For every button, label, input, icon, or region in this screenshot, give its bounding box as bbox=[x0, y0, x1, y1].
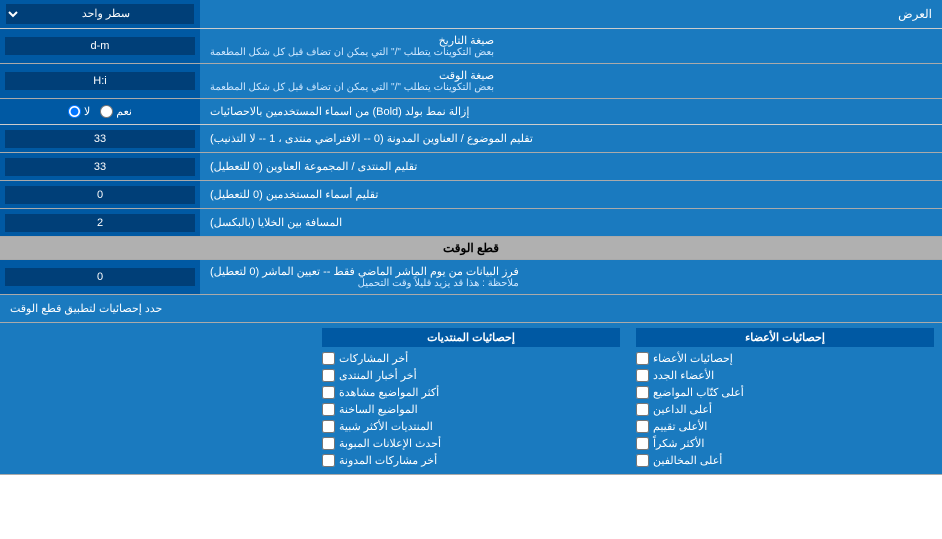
cut-time-stats-label: حدد إحصائيات لتطبيق قطع الوقت bbox=[0, 295, 942, 322]
cut-time-filter-input[interactable] bbox=[5, 268, 195, 286]
username-trim-label: تقليم أسماء المستخدمين (0 للتعطيل) bbox=[200, 181, 942, 208]
forum-group-trim-row: تقليم المنتدى / المجموعة العناوين (0 للت… bbox=[0, 153, 942, 181]
main-container: العرض سطر واحد صيغة التاريخ بعض التكوينا… bbox=[0, 0, 942, 475]
time-format-label: صيغة الوقت بعض التكوينات يتطلب "/" التي … bbox=[200, 64, 942, 98]
cut-time-filter-input-area bbox=[0, 260, 200, 294]
checkbox-top-topic-writers[interactable] bbox=[636, 386, 649, 399]
display-select[interactable]: سطر واحد bbox=[6, 4, 194, 24]
date-format-input-area bbox=[0, 29, 200, 63]
checkbox-item-top-topic-writers: أعلى كتّاب المواضيع bbox=[636, 384, 934, 401]
time-format-input-area bbox=[0, 64, 200, 98]
bold-remove-yes-radio[interactable] bbox=[100, 105, 113, 118]
checkbox-blog-posts[interactable] bbox=[322, 454, 335, 467]
checkbox-members-stats[interactable] bbox=[636, 352, 649, 365]
topic-title-trim-input-area bbox=[0, 125, 200, 152]
forum-group-trim-input[interactable] bbox=[5, 158, 195, 176]
checkbox-new-members[interactable] bbox=[636, 369, 649, 382]
checkbox-classified-ads[interactable] bbox=[322, 437, 335, 450]
checkbox-top-violators[interactable] bbox=[636, 454, 649, 467]
cut-time-section-header: قطع الوقت bbox=[0, 237, 942, 260]
checkbox-highest-rated[interactable] bbox=[636, 420, 649, 433]
top-label: العرض bbox=[200, 2, 942, 26]
col3-header: إحصائيات الأعضاء bbox=[636, 328, 934, 347]
checkbox-most-thanks[interactable] bbox=[636, 437, 649, 450]
topic-title-trim-input[interactable] bbox=[5, 130, 195, 148]
bold-remove-row: إزالة نمط بولد (Bold) من اسماء المستخدمي… bbox=[0, 99, 942, 125]
checkbox-forum-news[interactable] bbox=[322, 369, 335, 382]
checkboxes-area: إحصائيات الأعضاء إحصائيات الأعضاء الأعضا… bbox=[0, 323, 942, 475]
checkbox-item-forum-news: أخر أخبار المنتدى bbox=[322, 367, 620, 384]
username-trim-row: تقليم أسماء المستخدمين (0 للتعطيل) bbox=[0, 181, 942, 209]
checkbox-item-highest-rated: الأعلى تقييم bbox=[636, 418, 934, 435]
cut-time-filter-row: فرز البيانات من يوم الماشر الماضي فقط --… bbox=[0, 260, 942, 295]
checkbox-item-most-similar: المنتديات الأكثر شبية bbox=[322, 418, 620, 435]
date-format-input[interactable] bbox=[5, 37, 195, 55]
checkbox-item-most-thanks: الأكثر شكراً bbox=[636, 435, 934, 452]
forum-group-trim-label: تقليم المنتدى / المجموعة العناوين (0 للت… bbox=[200, 153, 942, 180]
bold-remove-yes: نعم bbox=[100, 105, 132, 118]
checkbox-col-2: إحصائيات المنتديات أخر المشاركات أخر أخب… bbox=[314, 323, 628, 474]
cut-time-filter-label: فرز البيانات من يوم الماشر الماضي فقط --… bbox=[200, 260, 942, 294]
cell-spacing-input[interactable] bbox=[5, 214, 195, 232]
checkbox-hot-topics[interactable] bbox=[322, 403, 335, 416]
topic-title-trim-label: تقليم الموضوع / العناوين المدونة (0 -- ا… bbox=[200, 125, 942, 152]
checkbox-most-similar[interactable] bbox=[322, 420, 335, 433]
checkbox-most-viewed[interactable] bbox=[322, 386, 335, 399]
checkbox-col-1 bbox=[0, 323, 314, 474]
checkbox-item-hot-topics: المواضيع الساخنة bbox=[322, 401, 620, 418]
bold-remove-label: إزالة نمط بولد (Bold) من اسماء المستخدمي… bbox=[200, 99, 942, 124]
username-trim-input-area bbox=[0, 181, 200, 208]
checkbox-col-3: إحصائيات الأعضاء إحصائيات الأعضاء الأعضا… bbox=[628, 323, 942, 474]
checkbox-item-classified-ads: أحدث الإعلانات المبوبة bbox=[322, 435, 620, 452]
checkbox-item-members: إحصائيات الأعضاء bbox=[636, 350, 934, 367]
time-format-row: صيغة الوقت بعض التكوينات يتطلب "/" التي … bbox=[0, 64, 942, 99]
topic-title-trim-row: تقليم الموضوع / العناوين المدونة (0 -- ا… bbox=[0, 125, 942, 153]
checkbox-item-most-viewed: أكثر المواضيع مشاهدة bbox=[322, 384, 620, 401]
date-format-row: صيغة التاريخ بعض التكوينات يتطلب "/" الت… bbox=[0, 29, 942, 64]
cell-spacing-input-area bbox=[0, 209, 200, 236]
bold-remove-no: لا bbox=[68, 105, 90, 118]
cell-spacing-label: المسافة بين الخلايا (بالبكسل) bbox=[200, 209, 942, 236]
bold-remove-options: نعم لا bbox=[0, 99, 200, 124]
checkbox-item-new-members: الأعضاء الجدد bbox=[636, 367, 934, 384]
forum-group-trim-input-area bbox=[0, 153, 200, 180]
col2-header: إحصائيات المنتديات bbox=[322, 328, 620, 347]
checkbox-item-top-violators: أعلى المخالفين bbox=[636, 452, 934, 469]
time-format-input[interactable] bbox=[5, 72, 195, 90]
cell-spacing-row: المسافة بين الخلايا (بالبكسل) bbox=[0, 209, 942, 237]
date-format-label: صيغة التاريخ بعض التكوينات يتطلب "/" الت… bbox=[200, 29, 942, 63]
checkbox-last-posts[interactable] bbox=[322, 352, 335, 365]
bold-remove-no-radio[interactable] bbox=[68, 105, 81, 118]
username-trim-input[interactable] bbox=[5, 186, 195, 204]
checkbox-item-top-inviters: أعلى الداعين bbox=[636, 401, 934, 418]
checkbox-item-last-posts: أخر المشاركات bbox=[322, 350, 620, 367]
top-row: العرض سطر واحد bbox=[0, 0, 942, 29]
checkbox-item-blog-posts: أخر مشاركات المدونة bbox=[322, 452, 620, 469]
top-select-area: سطر واحد bbox=[0, 0, 200, 28]
checkbox-top-inviters[interactable] bbox=[636, 403, 649, 416]
cut-time-stats-row: حدد إحصائيات لتطبيق قطع الوقت bbox=[0, 295, 942, 323]
